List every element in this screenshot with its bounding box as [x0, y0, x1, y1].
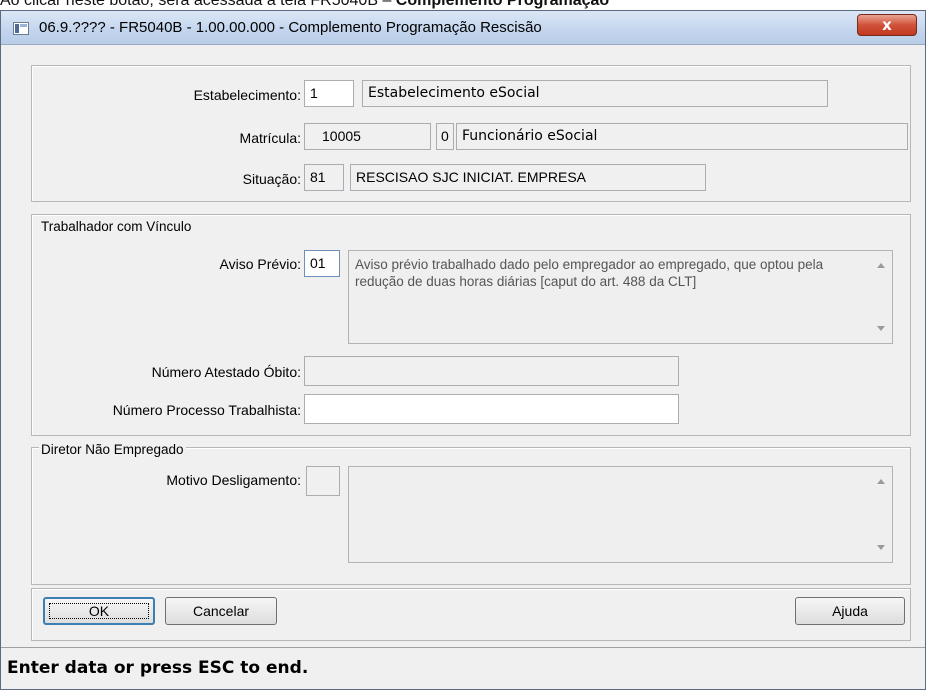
- help-button[interactable]: Ajuda: [795, 597, 905, 625]
- help-button-label: Ajuda: [832, 603, 868, 619]
- matricula-label: Matrícula:: [239, 130, 301, 146]
- document-text-prefix: Ao clicar neste botão, será acessada a t…: [0, 0, 396, 9]
- ok-button[interactable]: OK: [43, 597, 155, 625]
- estabelecimento-desc-field: Estabelecimento eSocial: [362, 80, 828, 107]
- trabalhador-legend: Trabalhador com Vínculo: [39, 219, 194, 234]
- document-text-bold: Complemento Programação: [395, 0, 610, 9]
- button-bar: [31, 588, 911, 641]
- aviso-previo-scrollbar[interactable]: [870, 251, 892, 343]
- scroll-up-icon[interactable]: [877, 479, 885, 484]
- processo-trabalhista-input[interactable]: [304, 394, 679, 424]
- app-window-icon: [13, 22, 29, 35]
- processo-trabalhista-label: Número Processo Trabalhista:: [112, 402, 301, 418]
- aviso-previo-desc[interactable]: Aviso prévio trabalhado dado pelo empreg…: [348, 250, 893, 344]
- cancel-button-label: Cancelar: [192, 603, 250, 619]
- close-icon: x: [882, 16, 892, 34]
- title-bar[interactable]: 06.9.???? - FR5040B - 1.00.00.000 - Comp…: [1, 11, 925, 45]
- motivo-desligamento-scrollbar[interactable]: [870, 467, 892, 562]
- scroll-up-icon[interactable]: [877, 263, 885, 268]
- motivo-desligamento-code[interactable]: [306, 466, 340, 496]
- atestado-obito-label: Número Atestado Óbito:: [151, 364, 301, 380]
- scroll-down-icon[interactable]: [877, 326, 885, 331]
- situacao-desc-field: RESCISAO SJC INICIAT. EMPRESA: [350, 164, 706, 191]
- dialog-window: 06.9.???? - FR5040B - 1.00.00.000 - Comp…: [0, 10, 926, 690]
- status-message: Enter data or press ESC to end.: [7, 658, 309, 678]
- atestado-obito-field[interactable]: [304, 356, 679, 386]
- matricula-desc-field: Funcionário eSocial: [456, 123, 908, 150]
- aviso-previo-desc-text: Aviso prévio trabalhado dado pelo empreg…: [355, 257, 824, 289]
- close-button[interactable]: x: [857, 14, 917, 36]
- estabelecimento-label: Estabelecimento:: [193, 87, 301, 103]
- motivo-desligamento-desc[interactable]: [348, 466, 893, 563]
- aviso-previo-label: Aviso Prévio:: [219, 256, 301, 272]
- situacao-code-field[interactable]: 81: [304, 164, 344, 191]
- cancel-button[interactable]: Cancelar: [165, 597, 277, 625]
- window-title: 06.9.???? - FR5040B - 1.00.00.000 - Comp…: [39, 19, 542, 36]
- status-bar: Enter data or press ESC to end.: [1, 647, 925, 689]
- diretor-legend: Diretor Não Empregado: [39, 442, 186, 457]
- matricula-seq-field: 0: [436, 123, 454, 150]
- matricula-code-field[interactable]: 10005: [304, 123, 431, 150]
- scroll-down-icon[interactable]: [877, 545, 885, 550]
- situacao-label: Situação:: [242, 171, 301, 187]
- aviso-previo-input[interactable]: 01: [304, 250, 340, 277]
- estabelecimento-code-input[interactable]: 1: [304, 80, 354, 107]
- motivo-desligamento-label: Motivo Desligamento:: [166, 472, 301, 488]
- focus-rectangle: [49, 603, 149, 619]
